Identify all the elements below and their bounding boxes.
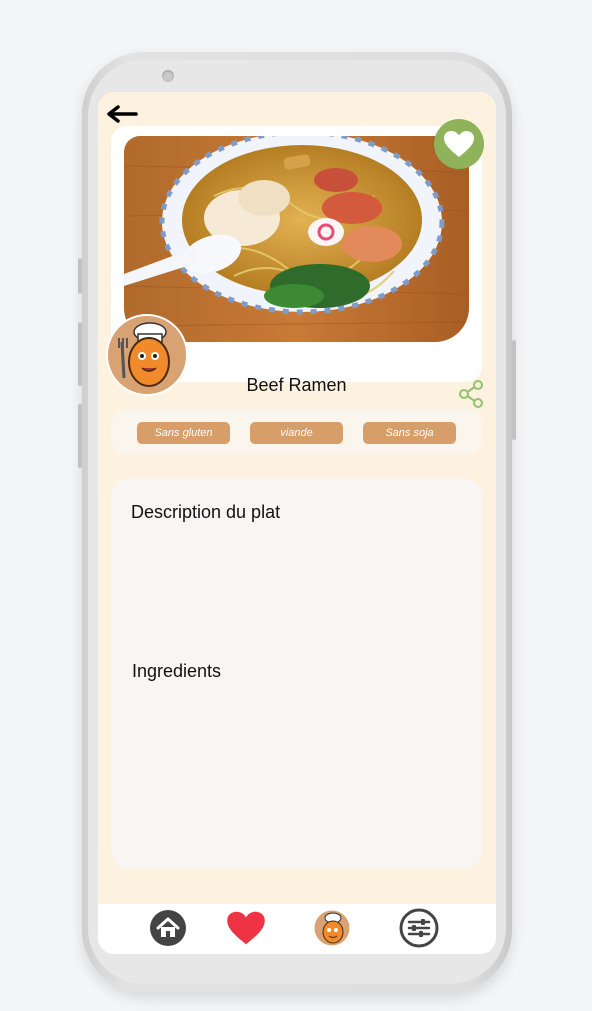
diet-tags: Sans gluten viande Sans soja xyxy=(111,410,482,454)
home-icon xyxy=(150,910,186,946)
chef-avatar[interactable] xyxy=(106,314,188,396)
nav-favorites[interactable] xyxy=(226,908,266,948)
side-button xyxy=(78,404,82,468)
nav-home[interactable] xyxy=(148,908,188,948)
arrow-left-icon xyxy=(107,105,138,123)
nav-settings[interactable] xyxy=(399,908,439,948)
heart-icon xyxy=(444,131,474,157)
share-icon xyxy=(459,380,483,408)
chef-mascot-icon xyxy=(108,316,186,394)
share-button[interactable] xyxy=(458,380,484,408)
favorite-button[interactable] xyxy=(434,119,484,169)
camera-dot xyxy=(162,70,174,82)
sliders-icon xyxy=(399,908,439,948)
tag-viande[interactable]: viande xyxy=(250,422,343,444)
ingredients-title: Ingredients xyxy=(132,661,222,681)
side-button xyxy=(512,340,516,440)
chef-avatar-icon xyxy=(313,909,351,947)
back-button[interactable] xyxy=(106,104,138,124)
bottom-nav xyxy=(98,904,496,954)
dish-photo xyxy=(124,136,469,342)
app-screen: Beef Ramen Sans gluten viande Sans soja … xyxy=(98,92,496,954)
tag-sans-gluten[interactable]: Sans gluten xyxy=(137,422,230,444)
side-button xyxy=(78,322,82,386)
heart-icon xyxy=(227,911,265,945)
tag-sans-soja[interactable]: Sans soja xyxy=(363,422,456,444)
description-title: Description du plat xyxy=(131,502,281,522)
details-card: Description du plat Ingredients xyxy=(111,478,482,869)
nav-profile[interactable] xyxy=(312,908,352,948)
side-button xyxy=(78,258,82,294)
